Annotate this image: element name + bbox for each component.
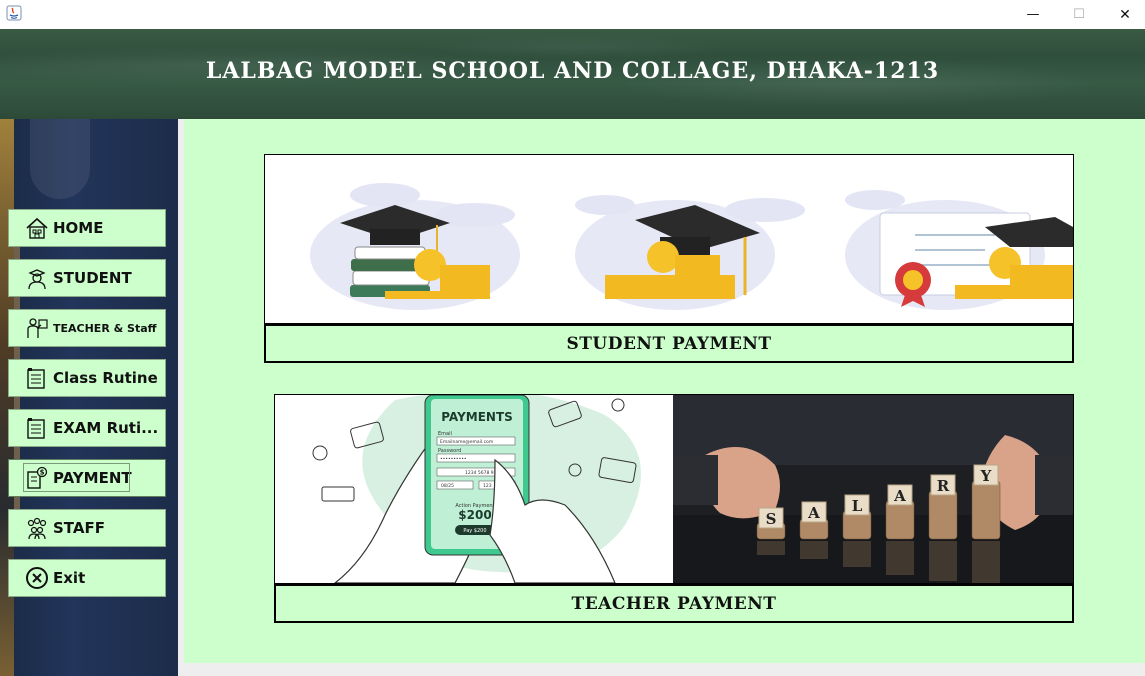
teacher-payment-button[interactable]: TEACHER PAYMENT — [274, 584, 1074, 623]
sidebar-item-label: EXAM Ruti... — [53, 419, 159, 437]
staff-icon — [27, 517, 47, 540]
sidebar-item-staff[interactable]: STAFF — [8, 509, 166, 547]
phone-title: PAYMENTS — [441, 410, 513, 424]
exit-icon — [26, 567, 48, 589]
sidebar-item-label: Class Rutine — [53, 369, 158, 387]
close-button[interactable]: ✕ — [1102, 0, 1145, 29]
sidebar-item-label: STUDENT — [53, 269, 132, 287]
teacher-icon — [27, 318, 48, 338]
minimize-icon: — — [1026, 7, 1040, 22]
phone-pay-button: Pay $200 — [463, 528, 486, 534]
header-banner: LALBAG MODEL SCHOOL AND COLLAGE, DHAKA-1… — [0, 29, 1145, 119]
salary-letter: L — [852, 497, 863, 515]
phone-expiry: 08/25 — [441, 483, 454, 489]
sidebar-item-label: STAFF — [53, 519, 105, 537]
graduation-coins-illustration — [310, 183, 1073, 310]
sidebar-item-exit[interactable]: Exit — [8, 559, 166, 597]
close-icon: ✕ — [1119, 6, 1131, 23]
phone-amount: $200 — [458, 508, 491, 522]
phone-email-label: Email — [438, 431, 452, 437]
phone-email-value: Emailname@email.com — [440, 439, 493, 445]
sidebar-item-exam-routine[interactable]: EXAM Ruti... — [8, 409, 166, 447]
sidebar-item-label: TEACHER & Staff — [53, 321, 157, 335]
salary-letter: S — [766, 510, 777, 528]
salary-letter: A — [893, 487, 906, 505]
minimize-button[interactable]: — — [1010, 0, 1056, 29]
phone-cvc: 123 — [483, 483, 492, 489]
main-content: STUDENT PAYMENT PAYMENTS Email Emailname… — [184, 119, 1145, 663]
sidebar-item-home[interactable]: HOME — [8, 209, 166, 247]
page-title: LALBAG MODEL SCHOOL AND COLLAGE, DHAKA-1… — [205, 58, 940, 84]
sidebar-item-teacher-staff[interactable]: TEACHER & Staff — [8, 309, 166, 347]
sidebar-item-label: HOME — [53, 219, 104, 237]
sidebar-decoration — [30, 119, 90, 199]
sidebar-item-student[interactable]: STUDENT — [8, 259, 166, 297]
salary-letter: R — [937, 477, 950, 495]
phone-password-value: •••••••••• — [440, 457, 467, 462]
window-bottom-edge — [178, 663, 1145, 676]
phone-password-label: Password — [438, 448, 461, 454]
java-app-icon — [6, 5, 22, 21]
sidebar-item-class-routine[interactable]: Class Rutine — [8, 359, 166, 397]
teacher-payment-image[interactable]: PAYMENTS Email Emailname@email.com Passw… — [274, 394, 1074, 584]
window-titlebar: — ☐ ✕ — [0, 0, 1145, 29]
focus-indicator — [23, 463, 130, 492]
maximize-button[interactable]: ☐ — [1056, 0, 1102, 29]
sidebar-item-payment[interactable]: $ PAYMENT — [8, 459, 166, 497]
exam-routine-icon — [27, 418, 45, 439]
sidebar: HOME STUDENT TEACHER & Staff Class Rutin… — [0, 119, 178, 676]
student-icon — [28, 269, 46, 290]
salary-letter: A — [807, 504, 820, 522]
student-payment-button[interactable]: STUDENT PAYMENT — [264, 324, 1074, 363]
student-payment-image[interactable] — [264, 154, 1074, 324]
home-icon — [26, 217, 48, 239]
sidebar-item-label: Exit — [53, 569, 86, 587]
payment-salary-illustration: PAYMENTS Email Emailname@email.com Passw… — [275, 395, 1073, 583]
maximize-icon: ☐ — [1073, 7, 1085, 22]
routine-icon — [27, 368, 45, 389]
salary-letter: Y — [980, 467, 992, 485]
